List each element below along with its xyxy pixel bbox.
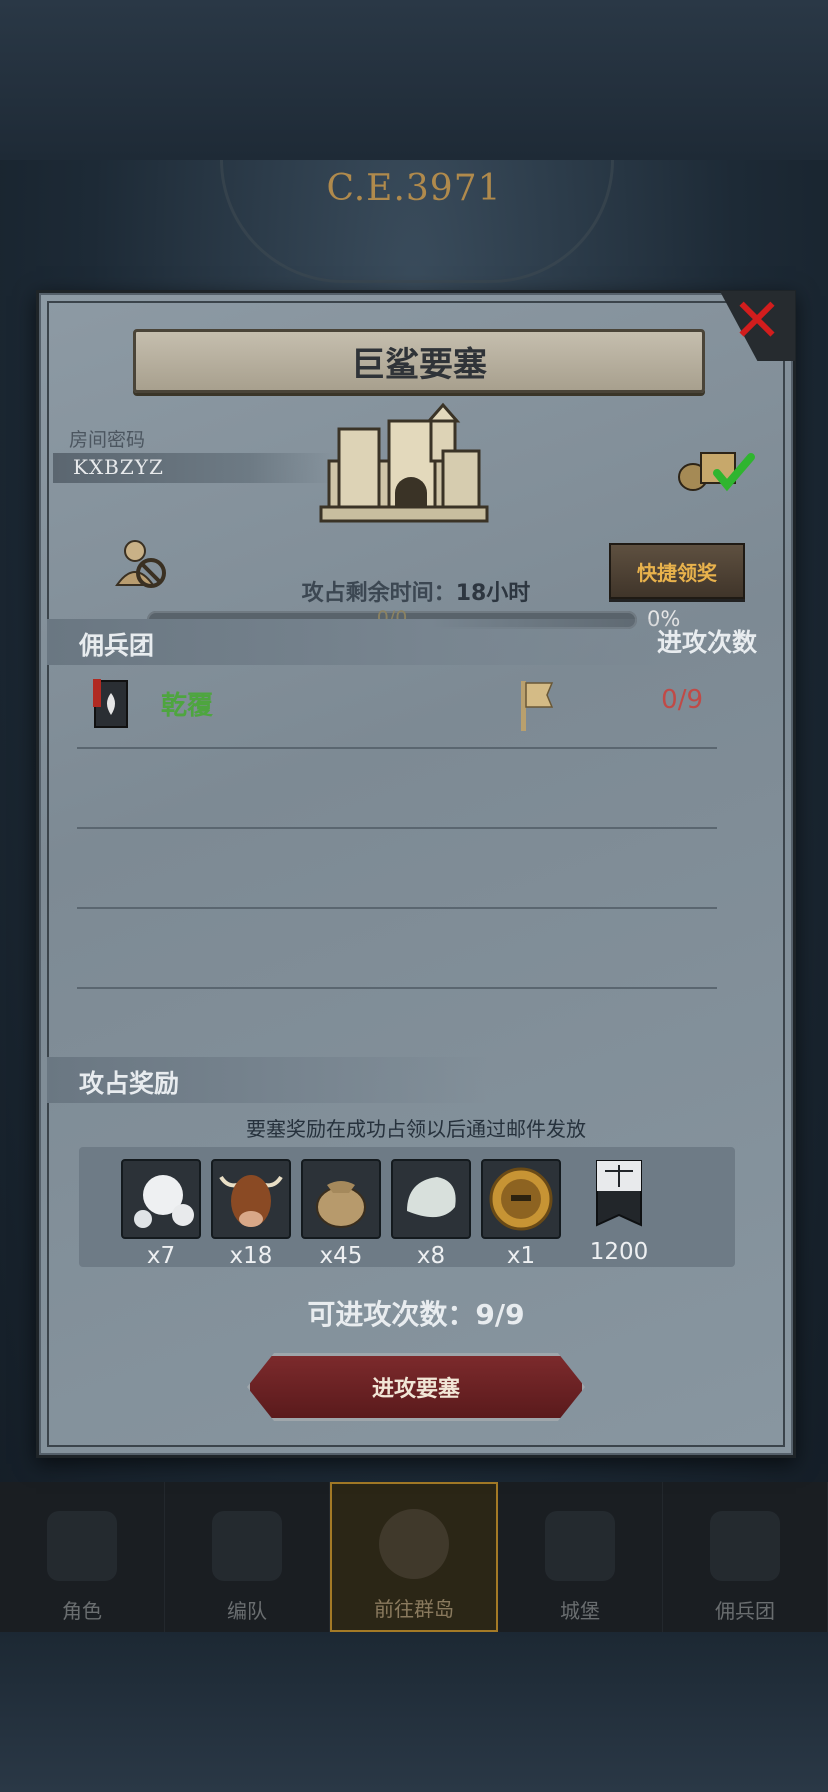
attack-flag-icon[interactable]: [517, 679, 557, 733]
empty-row: [77, 909, 717, 989]
attacks-remaining: 可进攻次数：9/9: [39, 1293, 793, 1333]
reward-item[interactable]: x45: [301, 1159, 381, 1269]
room-password-value: KXBZYZ: [73, 455, 164, 479]
character-icon: [47, 1511, 117, 1581]
mercenary-row[interactable]: 乾覆 0/9: [77, 669, 717, 749]
reward-header-label: 攻占奖励: [79, 1069, 180, 1098]
reward-section-header: 攻占奖励: [47, 1057, 487, 1103]
banner-icon: [710, 1511, 780, 1581]
guild-name: 乾覆: [161, 691, 214, 721]
nav-item-character[interactable]: 角色: [0, 1482, 165, 1632]
bottom-background: [0, 1630, 828, 1792]
close-button[interactable]: ✕: [729, 291, 785, 351]
nav-label: 角色: [62, 1599, 102, 1623]
reward-items: x7 x18 x45 x8 x1 1200: [79, 1147, 735, 1269]
cattle-icon: [211, 1159, 291, 1239]
attacks-remaining-value: 9/9: [475, 1298, 525, 1331]
empty-row: [77, 829, 717, 909]
reward-count: x45: [319, 1243, 363, 1269]
attack-count-header: 进攻次数: [656, 628, 757, 657]
top-background: [0, 0, 828, 160]
nav-label: 前往群岛: [374, 1597, 454, 1621]
mercenary-header-label: 佣兵团: [79, 631, 155, 660]
guild-attack-count: 0/9: [661, 685, 703, 715]
bottom-nav: 角色 编队 前往群岛 城堡 佣兵团: [0, 1482, 828, 1632]
guild-banner-icon: [93, 679, 128, 728]
time-remaining: 攻占剩余时间：18小时: [39, 575, 793, 607]
nav-item-islands[interactable]: 前往群岛: [330, 1482, 498, 1632]
sack-icon: [301, 1159, 381, 1239]
close-icon: ✕: [731, 286, 783, 356]
nav-item-formation[interactable]: 编队: [165, 1482, 330, 1632]
reward-item[interactable]: 1200: [579, 1159, 659, 1265]
empty-row: [77, 749, 717, 829]
justice-banner-icon: [581, 1159, 657, 1235]
reward-note: 要塞奖励在成功占领以后通过邮件发放: [246, 1117, 586, 1141]
nav-item-mercenary[interactable]: 佣兵团: [663, 1482, 828, 1632]
fortress-icon: [319, 402, 489, 523]
reward-item[interactable]: x7: [121, 1159, 201, 1269]
reward-item[interactable]: x1: [481, 1159, 561, 1269]
compass-icon: [379, 1509, 449, 1579]
mercenary-section-header: 佣兵团: [47, 619, 687, 665]
reward-count: x8: [416, 1243, 446, 1269]
nav-item-castle[interactable]: 城堡: [498, 1482, 663, 1632]
attack-fortress-label: 进攻要塞: [371, 1377, 460, 1402]
nav-label: 编队: [227, 1599, 267, 1623]
attacks-remaining-label: 可进攻次数：: [307, 1298, 476, 1331]
helmet-icon: [212, 1511, 282, 1581]
reward-item[interactable]: x18: [211, 1159, 291, 1269]
era-label: C.E.3971: [326, 168, 502, 209]
reward-count: x7: [146, 1243, 176, 1269]
time-remaining-value: 18小时: [455, 581, 531, 606]
reward-count: x18: [229, 1243, 273, 1269]
title-banner: 巨鲨要塞: [133, 329, 705, 393]
reward-count: 1200: [589, 1239, 649, 1265]
dialog-title: 巨鲨要塞: [351, 344, 487, 385]
nav-label: 佣兵团: [715, 1599, 775, 1623]
attack-fortress-button[interactable]: 进攻要塞: [247, 1353, 585, 1421]
claimed-rewards-icon[interactable]: [675, 443, 755, 493]
pearl-icon: [121, 1159, 201, 1239]
time-remaining-label: 攻占剩余时间：: [301, 581, 456, 606]
room-password-label: 房间密码: [69, 429, 146, 451]
nav-label: 城堡: [560, 1599, 600, 1623]
knight-coin-icon: [481, 1159, 561, 1239]
fortress-dialog: ✕ 巨鲨要塞 房间密码 KXBZYZ 快捷领奖 攻占剩余时间：18小时 0/0 …: [36, 290, 796, 1458]
reward-item[interactable]: x8: [391, 1159, 471, 1269]
castle-icon: [545, 1511, 615, 1581]
stone-icon: [391, 1159, 471, 1239]
reward-count: x1: [506, 1243, 536, 1269]
